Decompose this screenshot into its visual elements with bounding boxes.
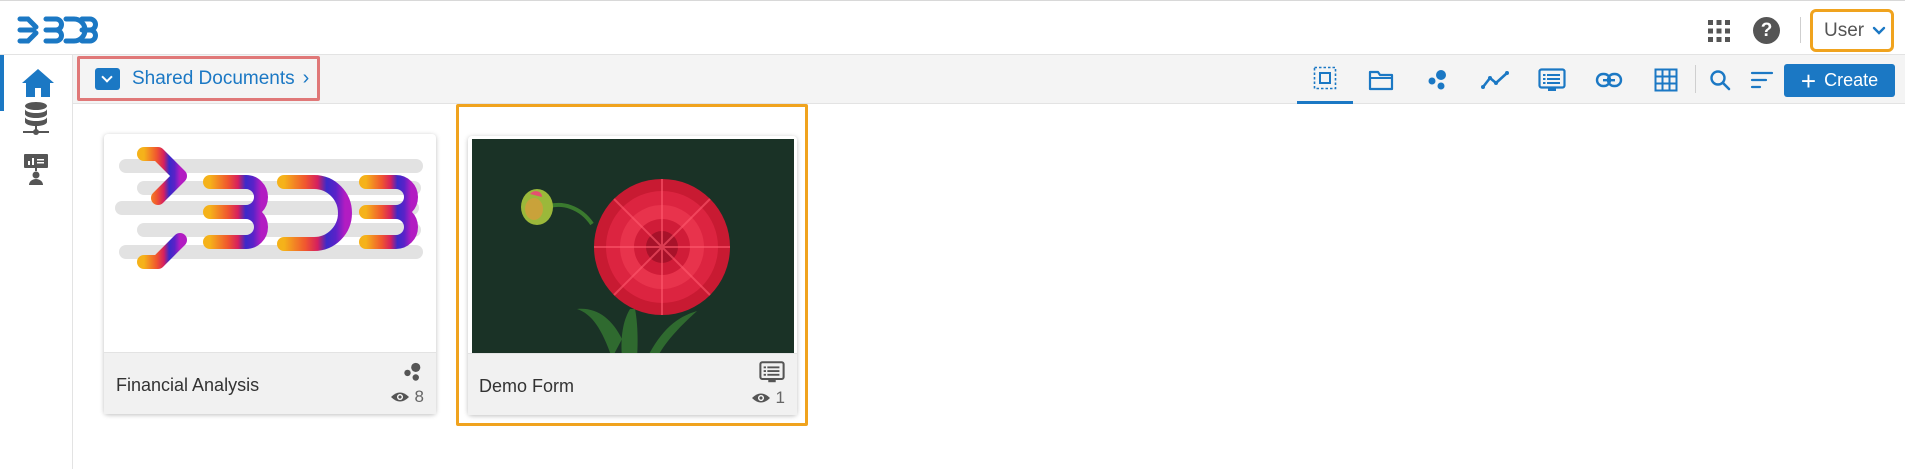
card-footer: Demo Form 1 bbox=[468, 353, 797, 415]
view-count: 1 bbox=[751, 388, 785, 408]
scatter-icon bbox=[1428, 69, 1446, 89]
tab-folders[interactable] bbox=[1353, 55, 1409, 104]
left-sidebar bbox=[0, 55, 73, 469]
presentation-user-icon bbox=[24, 154, 48, 185]
search-button[interactable] bbox=[1699, 55, 1741, 104]
card-title: Demo Form bbox=[479, 376, 575, 396]
view-count-value: 1 bbox=[775, 388, 785, 407]
tab-tables[interactable] bbox=[1638, 55, 1694, 104]
user-label: User bbox=[1824, 19, 1865, 41]
link-icon bbox=[1595, 72, 1623, 87]
scatter-icon bbox=[404, 362, 421, 381]
sort-button[interactable] bbox=[1741, 55, 1783, 104]
tab-dashboards[interactable] bbox=[1410, 55, 1466, 104]
tab-links[interactable] bbox=[1581, 55, 1637, 104]
document-card[interactable]: Demo Form 1 bbox=[468, 136, 797, 415]
help-icon[interactable]: ? bbox=[1753, 17, 1780, 44]
line-chart-icon bbox=[1481, 70, 1509, 89]
table-icon bbox=[1654, 68, 1678, 91]
document-card[interactable]: Financial Analysis 8 bbox=[104, 134, 436, 414]
create-label: Create bbox=[1824, 70, 1879, 90]
red-dahlia-thumbnail bbox=[472, 139, 794, 358]
select-all-icon bbox=[1313, 66, 1337, 90]
breadcrumb[interactable]: Shared Documents › bbox=[77, 56, 320, 101]
form-icon bbox=[759, 361, 785, 383]
card-title: Financial Analysis bbox=[116, 375, 260, 395]
create-button[interactable]: + Create bbox=[1784, 64, 1895, 97]
sidebar-item-presentations[interactable] bbox=[0, 141, 72, 197]
eye-icon bbox=[751, 393, 770, 403]
folder-dropdown-icon bbox=[95, 67, 120, 90]
view-count-value: 8 bbox=[414, 387, 424, 406]
plus-icon: + bbox=[1800, 65, 1817, 96]
breadcrumb-label: Shared Documents bbox=[132, 67, 295, 89]
view-count: 8 bbox=[390, 387, 424, 407]
eye-icon bbox=[390, 392, 409, 402]
chevron-right-icon: › bbox=[302, 67, 310, 89]
chevron-down-icon bbox=[1872, 26, 1886, 35]
apps-grid-icon[interactable] bbox=[1708, 20, 1730, 42]
user-menu-dropdown[interactable]: User bbox=[1810, 9, 1894, 52]
database-icon bbox=[23, 102, 49, 135]
bdb-logo-thumbnail bbox=[115, 147, 423, 269]
tab-stories[interactable] bbox=[1467, 55, 1523, 104]
card-footer: Financial Analysis 8 bbox=[104, 352, 436, 414]
tab-forms[interactable] bbox=[1524, 55, 1580, 104]
top-header: ? User bbox=[0, 0, 1905, 55]
divider bbox=[1695, 65, 1696, 93]
sort-icon bbox=[1750, 71, 1774, 88]
bdb-logo[interactable] bbox=[14, 13, 100, 47]
search-icon bbox=[1710, 69, 1731, 90]
divider bbox=[1800, 17, 1801, 43]
sub-toolbar: Shared Documents › + Create bbox=[73, 55, 1905, 104]
sidebar-item-data[interactable] bbox=[0, 91, 72, 147]
form-icon bbox=[1538, 67, 1566, 91]
folder-icon bbox=[1368, 70, 1394, 90]
tab-all[interactable] bbox=[1297, 55, 1353, 104]
